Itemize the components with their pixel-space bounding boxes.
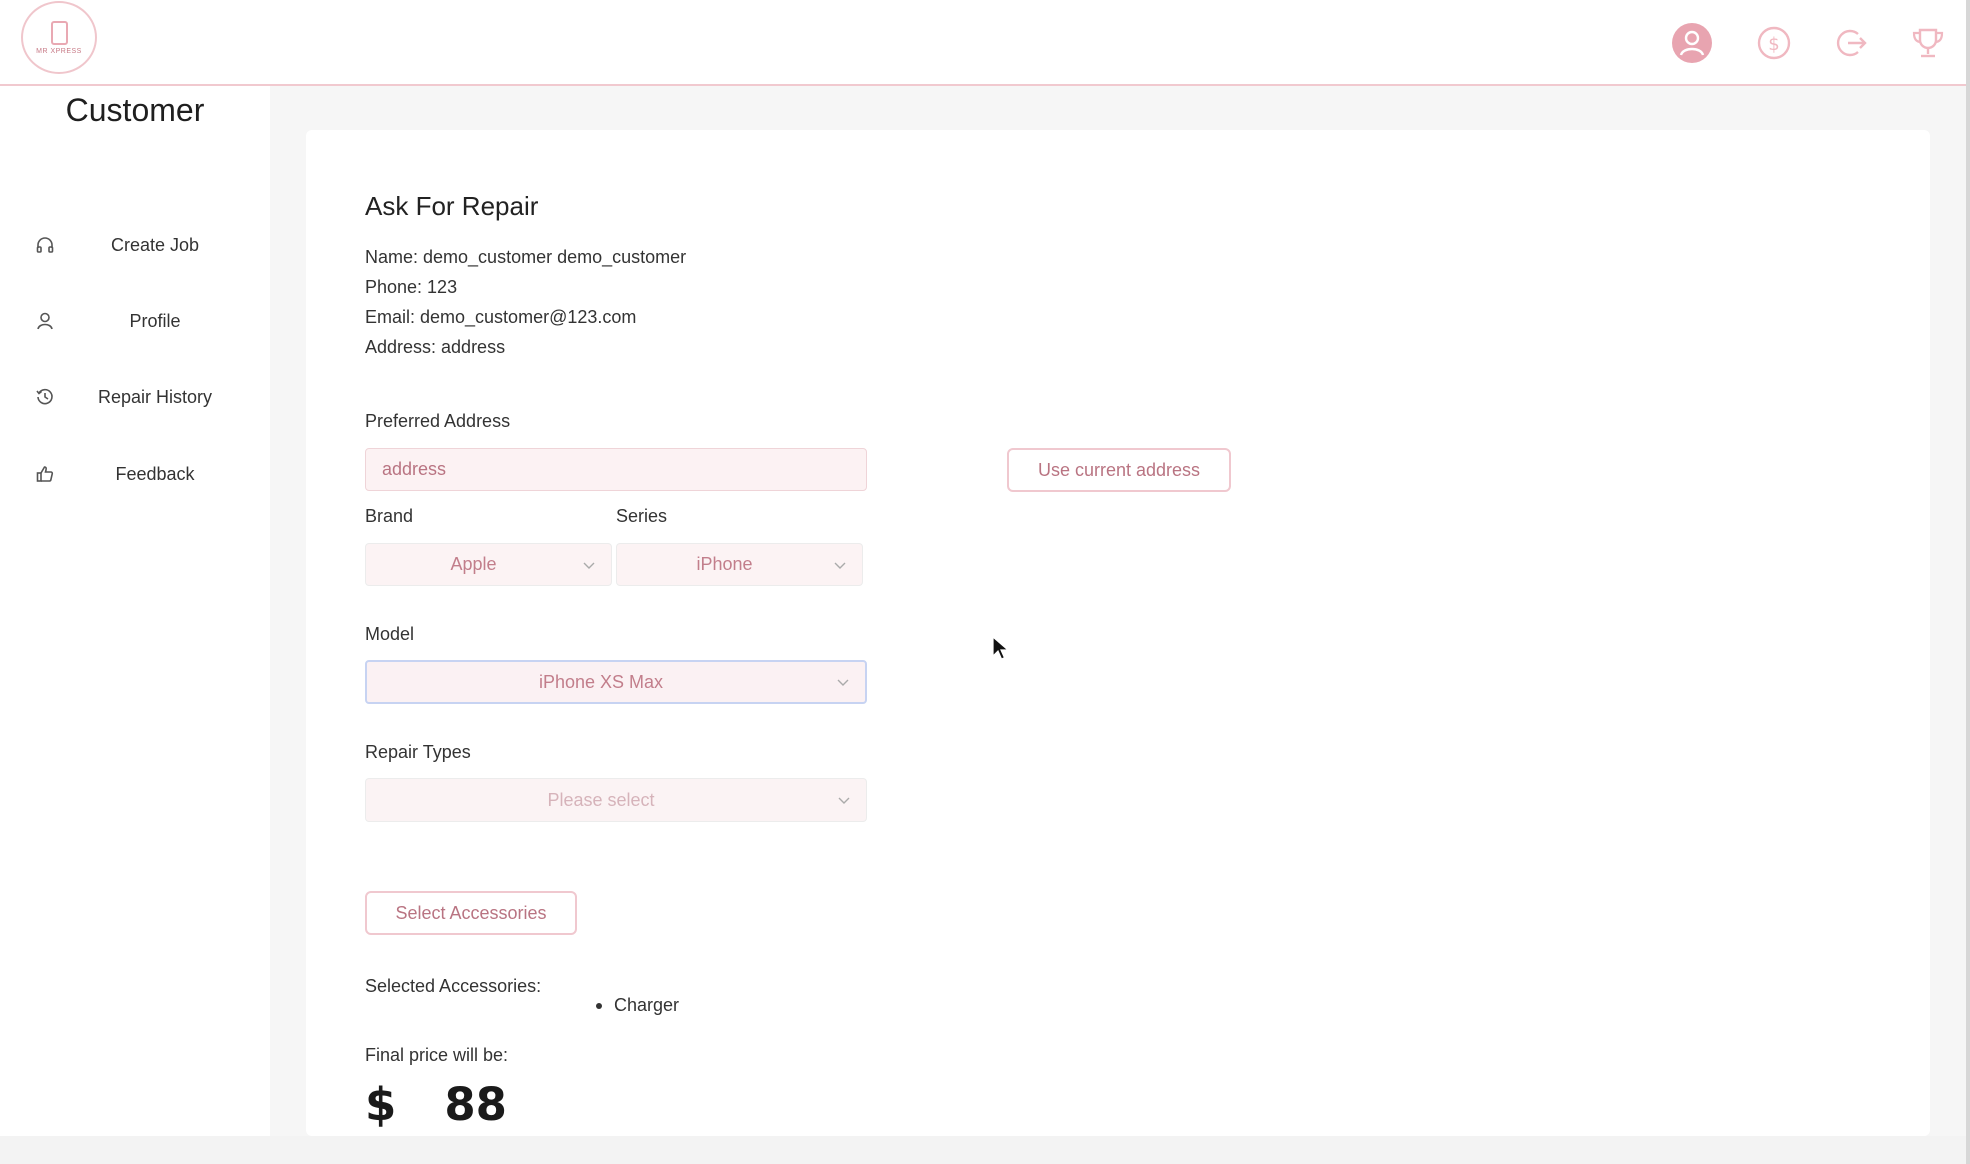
sidebar-item-feedback[interactable]: Feedback — [0, 444, 270, 504]
trophy-icon[interactable] — [1906, 21, 1950, 65]
model-select[interactable]: iPhone XS Max — [365, 660, 867, 704]
sidebar-item-label: Create Job — [110, 234, 200, 255]
logo-text: MR XPRESS — [36, 47, 82, 55]
brand-value: Apple — [450, 554, 497, 574]
final-price: $ 88 — [365, 1078, 507, 1131]
thumbs-up-icon — [34, 463, 56, 485]
sidebar-item-repair-history[interactable]: Repair History — [0, 367, 270, 427]
headphones-icon — [34, 234, 56, 256]
select-accessories-button[interactable]: Select Accessories — [365, 891, 577, 935]
customer-address: Address: address — [365, 337, 506, 357]
series-select[interactable]: iPhone — [616, 543, 863, 586]
page-title: Ask For Repair — [365, 191, 539, 221]
mouse-cursor-icon — [992, 636, 1010, 660]
app-logo[interactable]: MR XPRESS — [21, 1, 97, 74]
user-avatar-icon[interactable] — [1670, 21, 1714, 65]
sidebar-item-label: Feedback — [115, 463, 195, 484]
logout-icon[interactable] — [1829, 21, 1873, 65]
list-item: Charger — [596, 995, 679, 1016]
brand-select[interactable]: Apple — [365, 543, 612, 586]
sidebar-item-label: Repair History — [97, 386, 213, 407]
selected-accessories-label: Selected Accessories: — [365, 976, 542, 996]
phone-icon — [50, 20, 68, 45]
chevron-down-icon — [836, 792, 852, 808]
model-label: Model — [365, 624, 415, 644]
chevron-down-icon — [581, 557, 597, 573]
history-icon — [34, 386, 56, 408]
use-current-address-button[interactable]: Use current address — [1007, 448, 1231, 492]
chevron-down-icon — [832, 557, 848, 573]
window-edge — [1966, 0, 1970, 1164]
bullet-icon — [596, 1002, 602, 1009]
user-icon — [34, 310, 56, 332]
series-value: iPhone — [696, 554, 753, 574]
chevron-down-icon — [835, 674, 851, 690]
customer-email: Email: demo_customer@123.com — [365, 307, 637, 327]
dollar-icon[interactable]: $ — [1752, 21, 1796, 65]
sidebar-item-label: Profile — [129, 310, 181, 331]
preferred-address-label: Preferred Address — [365, 411, 511, 431]
top-bar: MR XPRESS $ — [0, 0, 1966, 86]
model-value: iPhone XS Max — [538, 671, 664, 692]
final-price-label: Final price will be: — [365, 1045, 509, 1065]
repair-types-placeholder: Please select — [547, 789, 655, 810]
repair-form-card — [306, 130, 1930, 1136]
customer-name: Name: demo_customer demo_customer — [365, 247, 687, 267]
bottom-strip — [0, 1136, 1970, 1164]
accessory-name: Charger — [614, 995, 680, 1015]
series-label: Series — [616, 506, 668, 526]
price-amount: 88 — [444, 1078, 507, 1131]
sidebar-item-profile[interactable]: Profile — [0, 291, 270, 351]
repair-types-label: Repair Types — [365, 742, 471, 762]
customer-phone: Phone: 123 — [365, 277, 458, 297]
brand-label: Brand — [365, 506, 414, 526]
repair-types-select[interactable]: Please select — [365, 778, 867, 822]
currency-symbol: $ — [365, 1078, 397, 1131]
sidebar: Customer Create Job Profile Repair Histo… — [0, 86, 270, 1136]
preferred-address-input[interactable] — [365, 448, 867, 491]
svg-text:$: $ — [1768, 34, 1779, 55]
sidebar-title: Customer — [65, 92, 205, 128]
sidebar-item-create-job[interactable]: Create Job — [0, 215, 270, 275]
